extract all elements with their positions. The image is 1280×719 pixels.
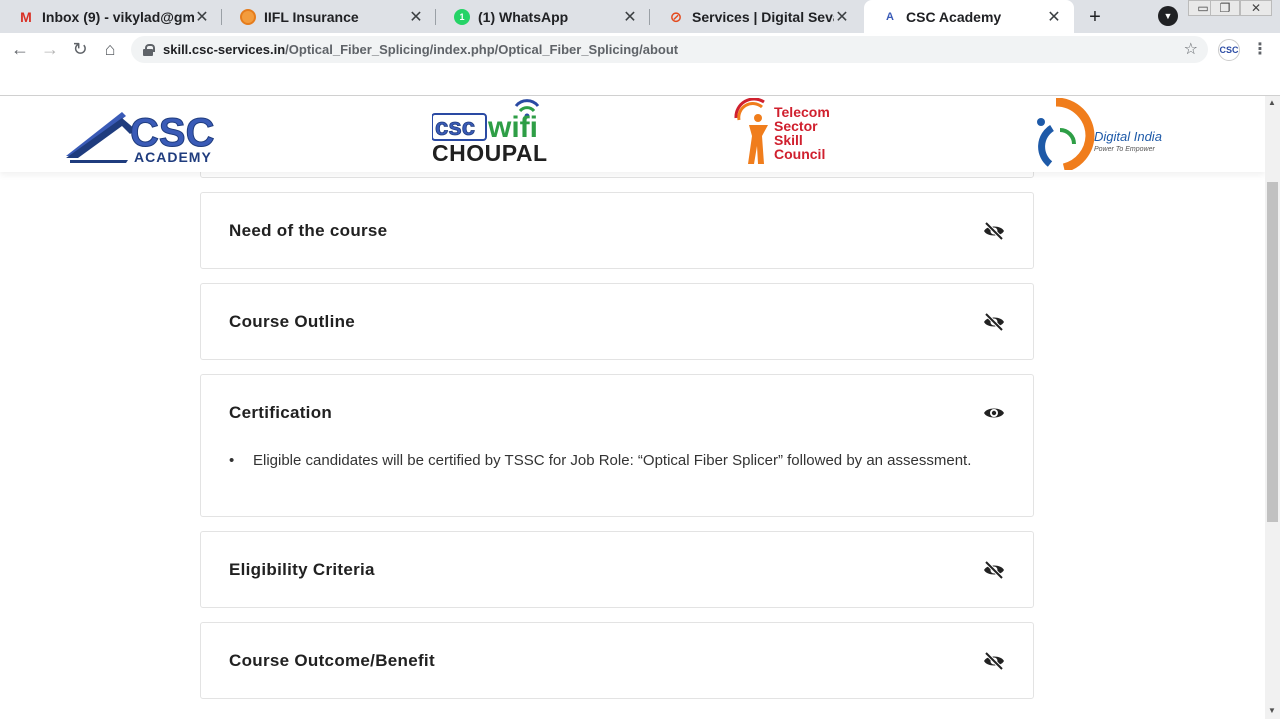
section-title: Certification: [229, 403, 333, 422]
home-icon[interactable]: ⌂: [99, 38, 121, 60]
tab-title: CSC Academy: [906, 8, 1002, 25]
forward-icon[interactable]: →: [39, 38, 61, 60]
section-title: Course Outcome/Benefit: [229, 651, 435, 670]
tab-gmail[interactable]: M Inbox (9) - vikylad@gm ✕: [0, 0, 222, 33]
logo-header: CSC ACADEMY csc wifi CHOUPAL Telecom Sec…: [0, 96, 1265, 173]
eye-slash-icon[interactable]: [983, 221, 1005, 241]
back-icon[interactable]: ←: [9, 38, 31, 60]
section-need-of-course[interactable]: Need of the course: [200, 192, 1034, 269]
close-icon[interactable]: ✕: [408, 7, 424, 27]
csc-academy-icon: A: [886, 10, 894, 23]
eye-icon[interactable]: [983, 403, 1005, 423]
tab-iifl[interactable]: IIFL Insurance ✕: [222, 0, 436, 33]
section-title: Eligibility Criteria: [229, 560, 375, 579]
section-body: • Eligible candidates will be certified b…: [229, 450, 1011, 472]
iifl-icon: [240, 8, 256, 25]
academy-logo-text: ACADEMY: [134, 149, 212, 164]
csc-extension-icon[interactable]: CSC: [1218, 39, 1240, 61]
tab-title: (1) WhatsApp: [478, 8, 569, 25]
csc-wifi-choupal-logo[interactable]: csc wifi CHOUPAL: [431, 98, 560, 166]
new-tab-button[interactable]: +: [1082, 4, 1108, 30]
restore-icon[interactable]: ❐: [1210, 0, 1240, 16]
wifi-choupal-mark: csc wifi CHOUPAL: [431, 99, 548, 166]
scroll-down-icon[interactable]: ▼: [1268, 706, 1276, 715]
url-host: skill.csc-services.in: [163, 42, 286, 57]
scroll-up-icon[interactable]: ▲: [1268, 98, 1276, 107]
bookmark-star-icon[interactable]: ☆: [1184, 39, 1198, 59]
whatsapp-icon: 1: [454, 8, 470, 25]
certification-text: Eligible candidates will be certified by…: [253, 452, 972, 469]
window-close-icon[interactable]: ✕: [1240, 0, 1272, 16]
tab-title: IIFL Insurance: [264, 8, 359, 25]
gmail-icon: M: [20, 8, 32, 25]
digital-seva-icon: ⊘: [669, 8, 683, 26]
section-course-outcome[interactable]: Course Outcome/Benefit: [200, 622, 1034, 699]
tab-csc-academy[interactable]: A CSC Academy ✕: [864, 0, 1074, 33]
digital-india-title: Digital India: [1094, 129, 1162, 144]
browser-toolbar: ← → ↻ ⌂ skill.csc-services.in/Optical_Fi…: [0, 33, 1280, 96]
bullet-icon: •: [229, 452, 235, 469]
digital-india-mark: Digital India Power To Empower: [1037, 97, 1162, 173]
scrollbar-thumb[interactable]: [1267, 182, 1278, 522]
tab-title: Services | Digital Seva I: [692, 8, 834, 25]
eye-slash-icon[interactable]: [983, 560, 1005, 580]
tssc-line-4: Council: [774, 146, 825, 162]
lock-icon[interactable]: [143, 43, 155, 56]
close-icon[interactable]: ✕: [834, 7, 850, 27]
tab-search-icon[interactable]: ▼: [1158, 6, 1178, 26]
digital-india-tagline: Power To Empower: [1094, 146, 1155, 153]
close-icon[interactable]: ✕: [622, 7, 638, 27]
section-course-outline[interactable]: Course Outline: [200, 283, 1034, 360]
page-scrollbar[interactable]: ▲ ▼: [1265, 96, 1280, 719]
csc-academy-mark: CSC ACADEMY: [66, 111, 215, 165]
reload-icon[interactable]: ↻: [69, 38, 91, 60]
close-icon[interactable]: ✕: [194, 7, 210, 27]
section-title: Need of the course: [229, 221, 388, 240]
choupal-text: CHOUPAL: [432, 140, 548, 164]
tab-whatsapp[interactable]: 1 (1) WhatsApp ✕: [436, 0, 650, 33]
page-viewport: CSC ACADEMY csc wifi CHOUPAL Telecom Sec…: [0, 96, 1265, 719]
tssc-mark: Telecom Sector Skill Council: [734, 97, 830, 164]
tab-title: Inbox (9) - vikylad@gm: [42, 8, 194, 25]
digital-india-logo[interactable]: Digital India Power To Empower: [1030, 97, 1170, 173]
tab-strip: M Inbox (9) - vikylad@gm ✕ IIFL Insuranc…: [0, 0, 1280, 33]
tssc-logo[interactable]: Telecom Sector Skill Council: [734, 97, 834, 168]
csc-academy-logo[interactable]: CSC ACADEMY: [64, 104, 216, 165]
csc-small-text: csc: [435, 114, 475, 141]
eye-slash-icon[interactable]: [983, 312, 1005, 332]
tab-digital-seva[interactable]: ⊘ Services | Digital Seva I ✕: [650, 0, 862, 33]
section-certification[interactable]: Certification • Eligible candidates will …: [200, 374, 1034, 517]
section-eligibility-criteria[interactable]: Eligibility Criteria: [200, 531, 1034, 608]
close-icon[interactable]: ✕: [1046, 7, 1062, 27]
eye-slash-icon[interactable]: [983, 651, 1005, 671]
section-title: Course Outline: [229, 312, 356, 331]
url-path: /Optical_Fiber_Splicing/index.php/Optica…: [285, 42, 679, 57]
address-bar[interactable]: skill.csc-services.in/Optical_Fiber_Spli…: [131, 36, 1208, 63]
kebab-menu-icon[interactable]: ⋮: [1252, 39, 1268, 59]
